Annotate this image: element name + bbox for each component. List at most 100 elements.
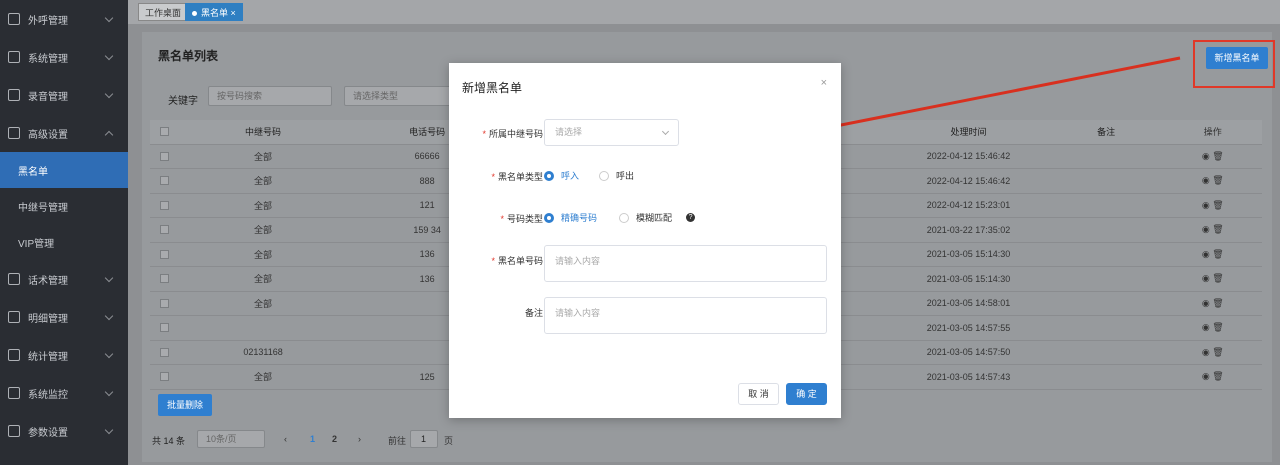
view-icon[interactable]: ◉ <box>1202 249 1210 259</box>
delete-icon[interactable]: 🗑 <box>1212 322 1223 332</box>
annotation-highlight-box <box>1193 40 1275 88</box>
note-label: 备注 <box>524 308 543 318</box>
row-checkbox[interactable] <box>160 298 170 308</box>
delete-icon[interactable]: 🗑 <box>1212 347 1223 357</box>
cell-trunk: 全部 <box>254 176 273 187</box>
close-icon[interactable]: × <box>821 77 827 89</box>
sidebar-item-11[interactable]: 参数设置 <box>0 412 128 450</box>
blacklist-type-label: * 黑名单类型 <box>491 172 543 182</box>
delete-icon[interactable]: 🗑 <box>1212 151 1223 161</box>
total-count: 共 14 条 <box>152 436 186 446</box>
trunk-label: * 所属中继号码 <box>482 129 543 139</box>
row-checkbox[interactable] <box>160 372 170 382</box>
row-checkbox[interactable] <box>160 249 170 259</box>
chevron-icon <box>104 273 114 283</box>
chevron-icon <box>104 89 114 99</box>
page-size-select[interactable]: 10条/页 <box>197 430 265 448</box>
cancel-button[interactable]: 取 消 <box>738 383 779 405</box>
cell-trunk: 全部 <box>254 274 273 285</box>
row-checkbox[interactable] <box>160 225 170 235</box>
cell-time: 2021-03-05 15:14:30 <box>926 273 1011 284</box>
chevron-icon <box>104 311 114 321</box>
sidebar-item-10[interactable]: 系统监控 <box>0 374 128 412</box>
note-textarea[interactable]: 请输入内容 <box>544 297 827 334</box>
view-icon[interactable]: ◉ <box>1202 298 1210 308</box>
sidebar-item-0[interactable]: 外呼管理 <box>0 0 128 38</box>
sidebar-item-8[interactable]: 明细管理 <box>0 298 128 336</box>
delete-icon[interactable]: 🗑 <box>1212 371 1223 381</box>
delete-icon[interactable]: 🗑 <box>1212 273 1223 283</box>
row-checkbox[interactable] <box>160 347 170 357</box>
delete-icon[interactable]: 🗑 <box>1212 175 1223 185</box>
batch-delete-button[interactable]: 批量删除 <box>158 394 212 416</box>
cell-time: 2021-03-05 14:57:43 <box>926 371 1011 382</box>
phone-icon <box>8 89 20 101</box>
help-icon[interactable]: ? <box>686 213 696 222</box>
list-icon <box>8 311 20 323</box>
sidebar-item-2[interactable]: 录音管理 <box>0 76 128 114</box>
view-icon[interactable]: ◉ <box>1202 322 1210 332</box>
dialog-title: 新增黑名单 <box>462 81 523 95</box>
search-input[interactable]: 按号码搜索 <box>208 86 332 106</box>
number-type-label: * 号码类型 <box>500 214 543 224</box>
sidebar-item-7[interactable]: 话术管理 <box>0 260 128 298</box>
col-trunk: 中继号码 <box>245 127 282 138</box>
view-icon[interactable]: ◉ <box>1202 224 1210 234</box>
cell-ops: ◉ 🗑 <box>1164 322 1262 333</box>
sidebar-subitem-4[interactable]: 黑名单 <box>0 152 128 188</box>
row-checkbox[interactable] <box>160 200 170 210</box>
cell-trunk: 全部 <box>254 249 273 260</box>
row-checkbox[interactable] <box>160 176 170 186</box>
row-checkbox[interactable] <box>160 151 170 161</box>
page-1-button[interactable]: 1 <box>310 434 315 444</box>
radio-outbound[interactable]: 呼出 <box>599 169 634 182</box>
radio-inbound[interactable]: 呼入 <box>544 169 579 182</box>
cell-time: 2021-03-05 14:57:55 <box>926 322 1011 333</box>
cell-trunk: 02131168 <box>243 347 283 358</box>
sidebar: 外呼管理 系统管理 录音管理 高级设置 黑名单 中继号管理 VIP管理 话术管理 明细管理 统计管… <box>0 0 128 465</box>
number-textarea[interactable]: 请输入内容 <box>544 245 827 282</box>
delete-icon[interactable]: 🗑 <box>1212 200 1223 210</box>
delete-icon[interactable]: 🗑 <box>1212 249 1223 259</box>
radio-checked-icon <box>544 170 554 181</box>
view-icon[interactable]: ◉ <box>1202 175 1210 185</box>
tab-blacklist[interactable]: 黑名单 × <box>185 3 243 21</box>
row-checkbox[interactable] <box>160 274 170 284</box>
cell-trunk: 全部 <box>254 151 273 162</box>
sidebar-item-1[interactable]: 系统管理 <box>0 38 128 76</box>
select-all-checkbox[interactable] <box>160 127 170 137</box>
prev-page-button[interactable]: ‹ <box>284 434 287 444</box>
tab-home[interactable]: 工作桌面 <box>138 3 189 21</box>
page-jump-input[interactable]: 1 <box>410 430 438 448</box>
cell-ops: ◉ 🗑 <box>1164 224 1262 235</box>
type-select[interactable]: 请选择类型 <box>344 86 454 106</box>
view-icon[interactable]: ◉ <box>1202 200 1210 210</box>
delete-icon[interactable]: 🗑 <box>1212 298 1223 308</box>
gear-icon <box>8 51 20 63</box>
page-2-button[interactable]: 2 <box>332 434 337 444</box>
delete-icon[interactable]: 🗑 <box>1212 224 1223 234</box>
radio-exact[interactable]: 精确号码 <box>544 211 597 224</box>
sidebar-subitem-5[interactable]: 中继号管理 <box>0 188 128 224</box>
goto-label: 前往 <box>388 436 407 446</box>
row-checkbox[interactable] <box>160 323 170 333</box>
view-icon[interactable]: ◉ <box>1202 347 1210 357</box>
cell-ops: ◉ 🗑 <box>1164 151 1262 162</box>
radio-fuzzy[interactable]: 模糊匹配? <box>619 211 696 224</box>
view-icon[interactable]: ◉ <box>1202 371 1210 381</box>
edit-icon <box>8 127 20 139</box>
tab-close-icon[interactable]: × <box>231 8 236 18</box>
trunk-select[interactable]: 请选择 <box>544 119 679 146</box>
view-icon[interactable]: ◉ <box>1202 273 1210 283</box>
cell-time: 2021-03-22 17:35:02 <box>926 224 1011 235</box>
cell-ops: ◉ 🗑 <box>1164 347 1262 358</box>
next-page-button[interactable]: › <box>358 434 361 444</box>
phone-out-icon <box>8 13 20 25</box>
confirm-button[interactable]: 确 定 <box>786 383 827 405</box>
chevron-icon <box>104 387 114 397</box>
view-icon[interactable]: ◉ <box>1202 151 1210 161</box>
sidebar-item-3[interactable]: 高级设置 <box>0 114 128 152</box>
sidebar-item-9[interactable]: 统计管理 <box>0 336 128 374</box>
sidebar-subitem-6[interactable]: VIP管理 <box>0 224 128 260</box>
col-note: 备注 <box>1097 127 1116 138</box>
